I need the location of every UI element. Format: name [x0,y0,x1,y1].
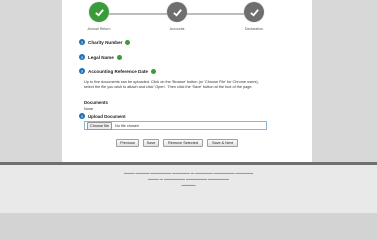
footer-line-1: ▬▬▬ ▬▬▬▬ ▬▬▬▬▬▬ ▬▬▬▬▬ ▬ ▬▬▬▬▬ ▬▬▬▬▬▬ ▬▬▬… [123,171,254,175]
step-annual-return-circle[interactable] [89,2,109,22]
accounting-reference-date-label: Accounting Reference Date [88,68,148,74]
file-input[interactable]: Choose file No file chosen [84,121,267,130]
stepper-connector-1 [109,13,167,15]
upload-document-row: ? Upload Document [79,113,126,119]
step-accounts-label: Accounts [169,27,185,31]
step-declaration-circle[interactable] [244,2,264,22]
previous-button[interactable]: Previous [116,139,139,147]
left-gutter [0,0,62,162]
footer-line-3: ▬▬▬▬ [181,183,196,187]
help-icon[interactable]: ? [79,54,85,60]
help-icon[interactable]: ? [79,113,85,119]
file-status-text: No file chosen [115,123,140,128]
footer-line-2: ▬▬▬ ▬ ▬▬▬▬▬▬ ▬▬▬▬▬▬ ▬▬▬▬▬▬ [148,177,229,181]
accounting-reference-date-row: ? Accounting Reference Date [79,68,156,74]
help-icon[interactable]: ? [79,39,85,45]
charity-number-row: ? Charity Number [79,39,131,45]
documents-value: None [84,107,94,111]
status-ok-icon [116,54,122,60]
right-gutter [312,0,377,162]
documents-heading: Documents [84,100,108,105]
check-icon [172,8,182,17]
upload-instructions: Up to five documents can be uploaded. Cl… [84,80,259,89]
step-annual-return-label: Annual Return [87,27,111,31]
check-icon [249,8,259,17]
save-next-button[interactable]: Save & Next [207,139,238,147]
check-icon [94,8,104,17]
choose-file-button[interactable]: Choose file [87,121,112,130]
status-ok-icon [151,68,156,74]
stepper-connector-2 [186,13,244,15]
legal-name-label: Legal Name [88,54,114,60]
status-ok-icon [125,39,131,45]
remove-selected-button[interactable]: Remove Selected [163,139,203,147]
step-accounts-circle[interactable] [167,2,187,22]
legal-name-row: ? Legal Name [79,54,122,60]
step-declaration-label: Declaration [244,27,264,31]
help-icon[interactable]: ? [79,68,85,74]
save-button[interactable]: Save [143,139,159,147]
upload-document-label: Upload Document [88,113,126,119]
charity-number-label: Charity Number [88,39,123,45]
